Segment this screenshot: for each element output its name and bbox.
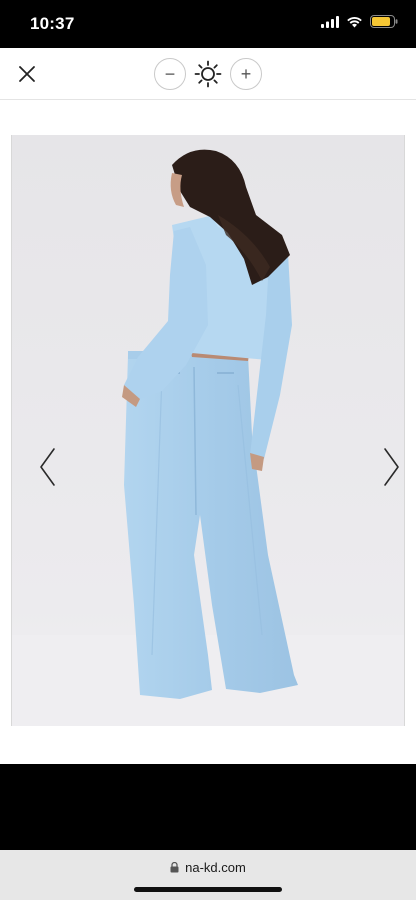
chevron-right-icon <box>384 448 399 486</box>
bottom-black-band <box>0 764 416 850</box>
battery-icon <box>370 15 398 28</box>
next-image-button[interactable] <box>379 445 403 489</box>
wifi-icon <box>347 16 362 27</box>
close-button[interactable] <box>14 61 40 87</box>
lock-icon <box>170 862 179 873</box>
viewer-toolbar: − + <box>0 48 416 100</box>
status-bar: 10:37 <box>0 0 416 48</box>
minus-icon: − <box>164 64 176 84</box>
brightness-button[interactable] <box>193 59 223 89</box>
product-photo[interactable] <box>12 135 405 726</box>
browser-url-bar[interactable]: na-kd.com <box>0 850 416 900</box>
status-time: 10:37 <box>30 14 75 33</box>
status-icons <box>321 15 398 28</box>
zoom-in-button[interactable]: + <box>230 58 262 90</box>
close-icon <box>19 66 35 82</box>
chevron-left-icon <box>40 448 55 486</box>
url-display[interactable]: na-kd.com <box>0 860 416 875</box>
sun-icon <box>194 60 222 88</box>
plus-icon: + <box>240 64 252 84</box>
image-viewer <box>0 100 416 764</box>
cellular-signal-icon <box>321 15 339 28</box>
home-indicator <box>134 887 282 892</box>
previous-image-button[interactable] <box>36 445 60 489</box>
url-text: na-kd.com <box>185 860 246 875</box>
product-image-frame <box>11 135 405 726</box>
zoom-out-button[interactable]: − <box>154 58 186 90</box>
